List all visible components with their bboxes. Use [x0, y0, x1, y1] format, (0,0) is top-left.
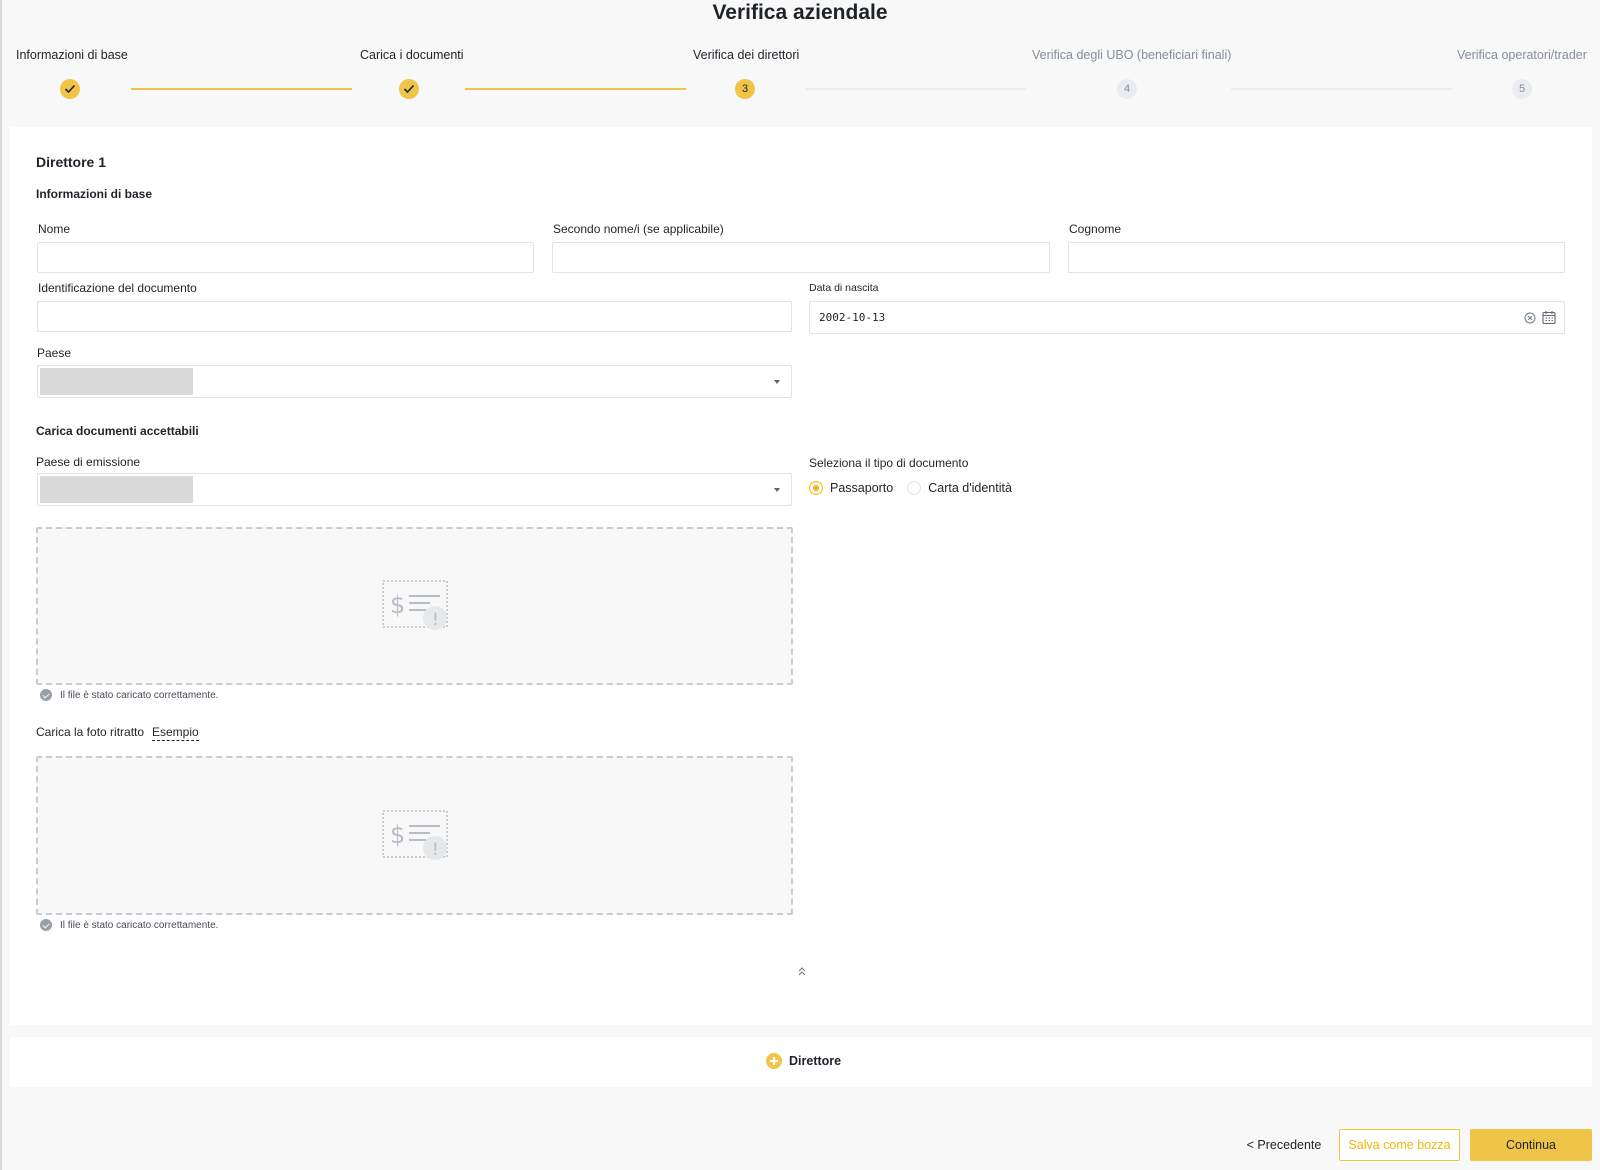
check-circle-icon [40, 919, 52, 931]
plus-circle-icon [766, 1053, 782, 1069]
radio-passport-label[interactable]: Passaporto [830, 481, 893, 495]
progress-stepper: Informazioni di base Carica i documenti … [0, 46, 1600, 106]
double-chevron-up-icon[interactable] [797, 965, 807, 977]
document-type-label: Seleziona il tipo di documento [809, 456, 969, 470]
issuing-country-select[interactable] [37, 473, 792, 506]
document-id-label: Identificazione del documento [38, 281, 197, 295]
radio-identity-card-label[interactable]: Carta d'identità [928, 481, 1012, 495]
step-2-check-icon [399, 79, 419, 99]
clear-icon[interactable] [1524, 312, 1536, 324]
step-connector-2 [465, 88, 686, 90]
save-draft-button[interactable]: Salva come bozza [1339, 1129, 1460, 1161]
document-id-input[interactable] [37, 301, 792, 332]
step-5-label: Verifica operatori/trader [1457, 48, 1587, 62]
step-5-number: 5 [1512, 79, 1532, 99]
document-upload-status: Il file è stato caricato correttamente. [40, 689, 218, 701]
first-name-input[interactable] [37, 242, 534, 273]
basic-info-heading: Informazioni di base [36, 187, 153, 201]
svg-text:!: ! [432, 610, 439, 630]
calendar-icon[interactable] [1542, 310, 1556, 325]
country-label: Paese [37, 346, 72, 360]
first-name-label: Nome [38, 222, 71, 236]
country-selected-value [40, 368, 193, 395]
step-connector-3 [805, 88, 1026, 90]
director-card: Direttore 1 Informazioni di base Nome Se… [10, 127, 1592, 1025]
portrait-upload-dropzone[interactable]: $ ! [36, 756, 793, 915]
add-director-card: Direttore [10, 1037, 1592, 1087]
step-4-number: 4 [1117, 79, 1137, 99]
middle-name-input[interactable] [552, 242, 1050, 273]
birth-date-label: Data di nascita [809, 282, 879, 294]
country-select[interactable] [37, 365, 792, 398]
svg-text:$: $ [390, 821, 405, 849]
step-connector-4 [1231, 88, 1452, 90]
last-name-label: Cognome [1069, 222, 1122, 236]
step-1-label: Informazioni di base [16, 48, 128, 62]
issuing-country-label: Paese di emissione [36, 455, 141, 469]
document-upload-icon: $ ! [381, 580, 448, 630]
page-title: Verifica aziendale [712, 1, 888, 24]
continue-button[interactable]: Continua [1470, 1129, 1592, 1161]
document-upload-dropzone[interactable]: $ ! [36, 527, 793, 685]
add-director-label: Direttore [789, 1054, 842, 1068]
chevron-down-icon [774, 380, 780, 384]
birth-date-picker[interactable]: 2002-10-13 [809, 301, 1565, 334]
portrait-upload-success-text: Il file è stato caricato correttamente. [60, 919, 219, 931]
previous-button[interactable]: < Precedente [1244, 1129, 1324, 1161]
radio-identity-card[interactable] [907, 481, 922, 495]
step-connector-1 [131, 88, 352, 90]
check-circle-icon [40, 689, 52, 701]
middle-name-label: Secondo nome/i (se applicabile) [553, 222, 724, 236]
window-edge [0, 0, 2, 1170]
portrait-upload-status: Il file è stato caricato correttamente. [40, 919, 218, 931]
portrait-example-link[interactable]: Esempio [152, 725, 199, 741]
document-type-radio-group: Passaporto Carta d'identità [809, 481, 1018, 495]
step-3-number: 3 [735, 79, 755, 99]
svg-text:$: $ [390, 591, 405, 619]
document-upload-success-text: Il file è stato caricato correttamente. [60, 689, 219, 701]
document-upload-icon: $ ! [381, 809, 448, 860]
issuing-country-selected-value [40, 476, 193, 503]
step-3-label: Verifica dei direttori [693, 48, 800, 62]
documents-heading: Carica documenti accettabili [36, 424, 199, 438]
radio-passport[interactable] [809, 481, 823, 495]
director-title: Direttore 1 [36, 154, 107, 170]
chevron-down-icon [774, 488, 780, 492]
step-1-check-icon [60, 79, 80, 99]
last-name-input[interactable] [1068, 242, 1565, 273]
birth-date-value: 2002-10-13 [819, 311, 886, 324]
add-director-button[interactable]: Direttore [766, 1053, 841, 1069]
svg-text:!: ! [432, 840, 439, 860]
step-2-label: Carica i documenti [360, 48, 464, 62]
step-4-label: Verifica degli UBO (beneficiari finali) [1032, 48, 1232, 62]
portrait-upload-label: Carica la foto ritratto [36, 725, 145, 739]
